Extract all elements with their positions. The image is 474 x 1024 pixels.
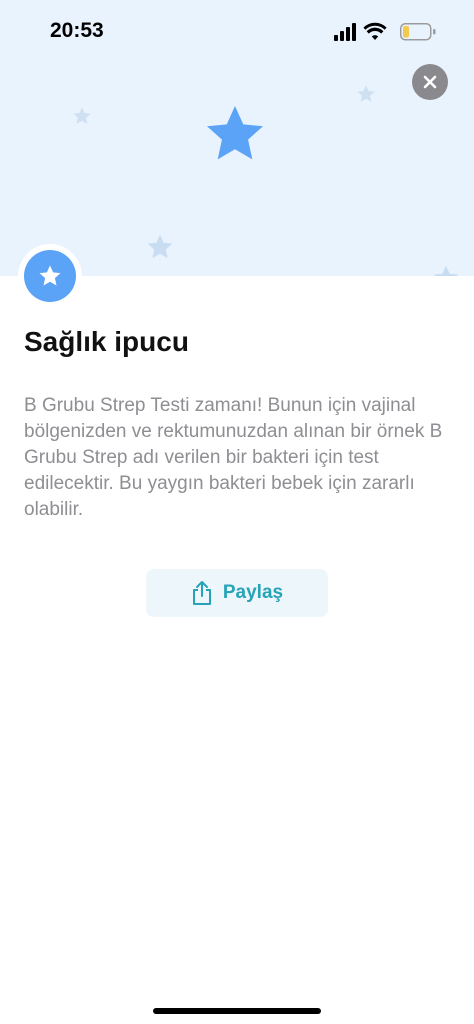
badge-circle (24, 250, 76, 302)
cellular-signal-icon (334, 23, 356, 41)
wifi-icon (363, 22, 387, 40)
star-icon (73, 107, 91, 124)
content-card (0, 276, 474, 1024)
share-icon (192, 581, 211, 605)
star-icon (207, 106, 263, 160)
home-indicator[interactable] (153, 1008, 321, 1014)
close-button[interactable] (412, 64, 448, 100)
star-icon (39, 265, 61, 286)
page-title: Sağlık ipucu (24, 326, 189, 357)
star-icon (147, 234, 173, 259)
battery-icon (400, 23, 436, 41)
status-bar: 20:53 (0, 0, 474, 60)
star-icon (357, 85, 375, 102)
status-time: 20:53 (50, 19, 104, 42)
share-button-label: Paylaş (222, 582, 284, 603)
share-button[interactable]: Paylaş (146, 569, 328, 617)
tip-badge (18, 244, 82, 308)
close-icon (423, 75, 437, 89)
tip-body-text: B Grubu Strep Testi zamanı! Bunun için v… (24, 395, 443, 520)
status-icons (334, 22, 436, 41)
